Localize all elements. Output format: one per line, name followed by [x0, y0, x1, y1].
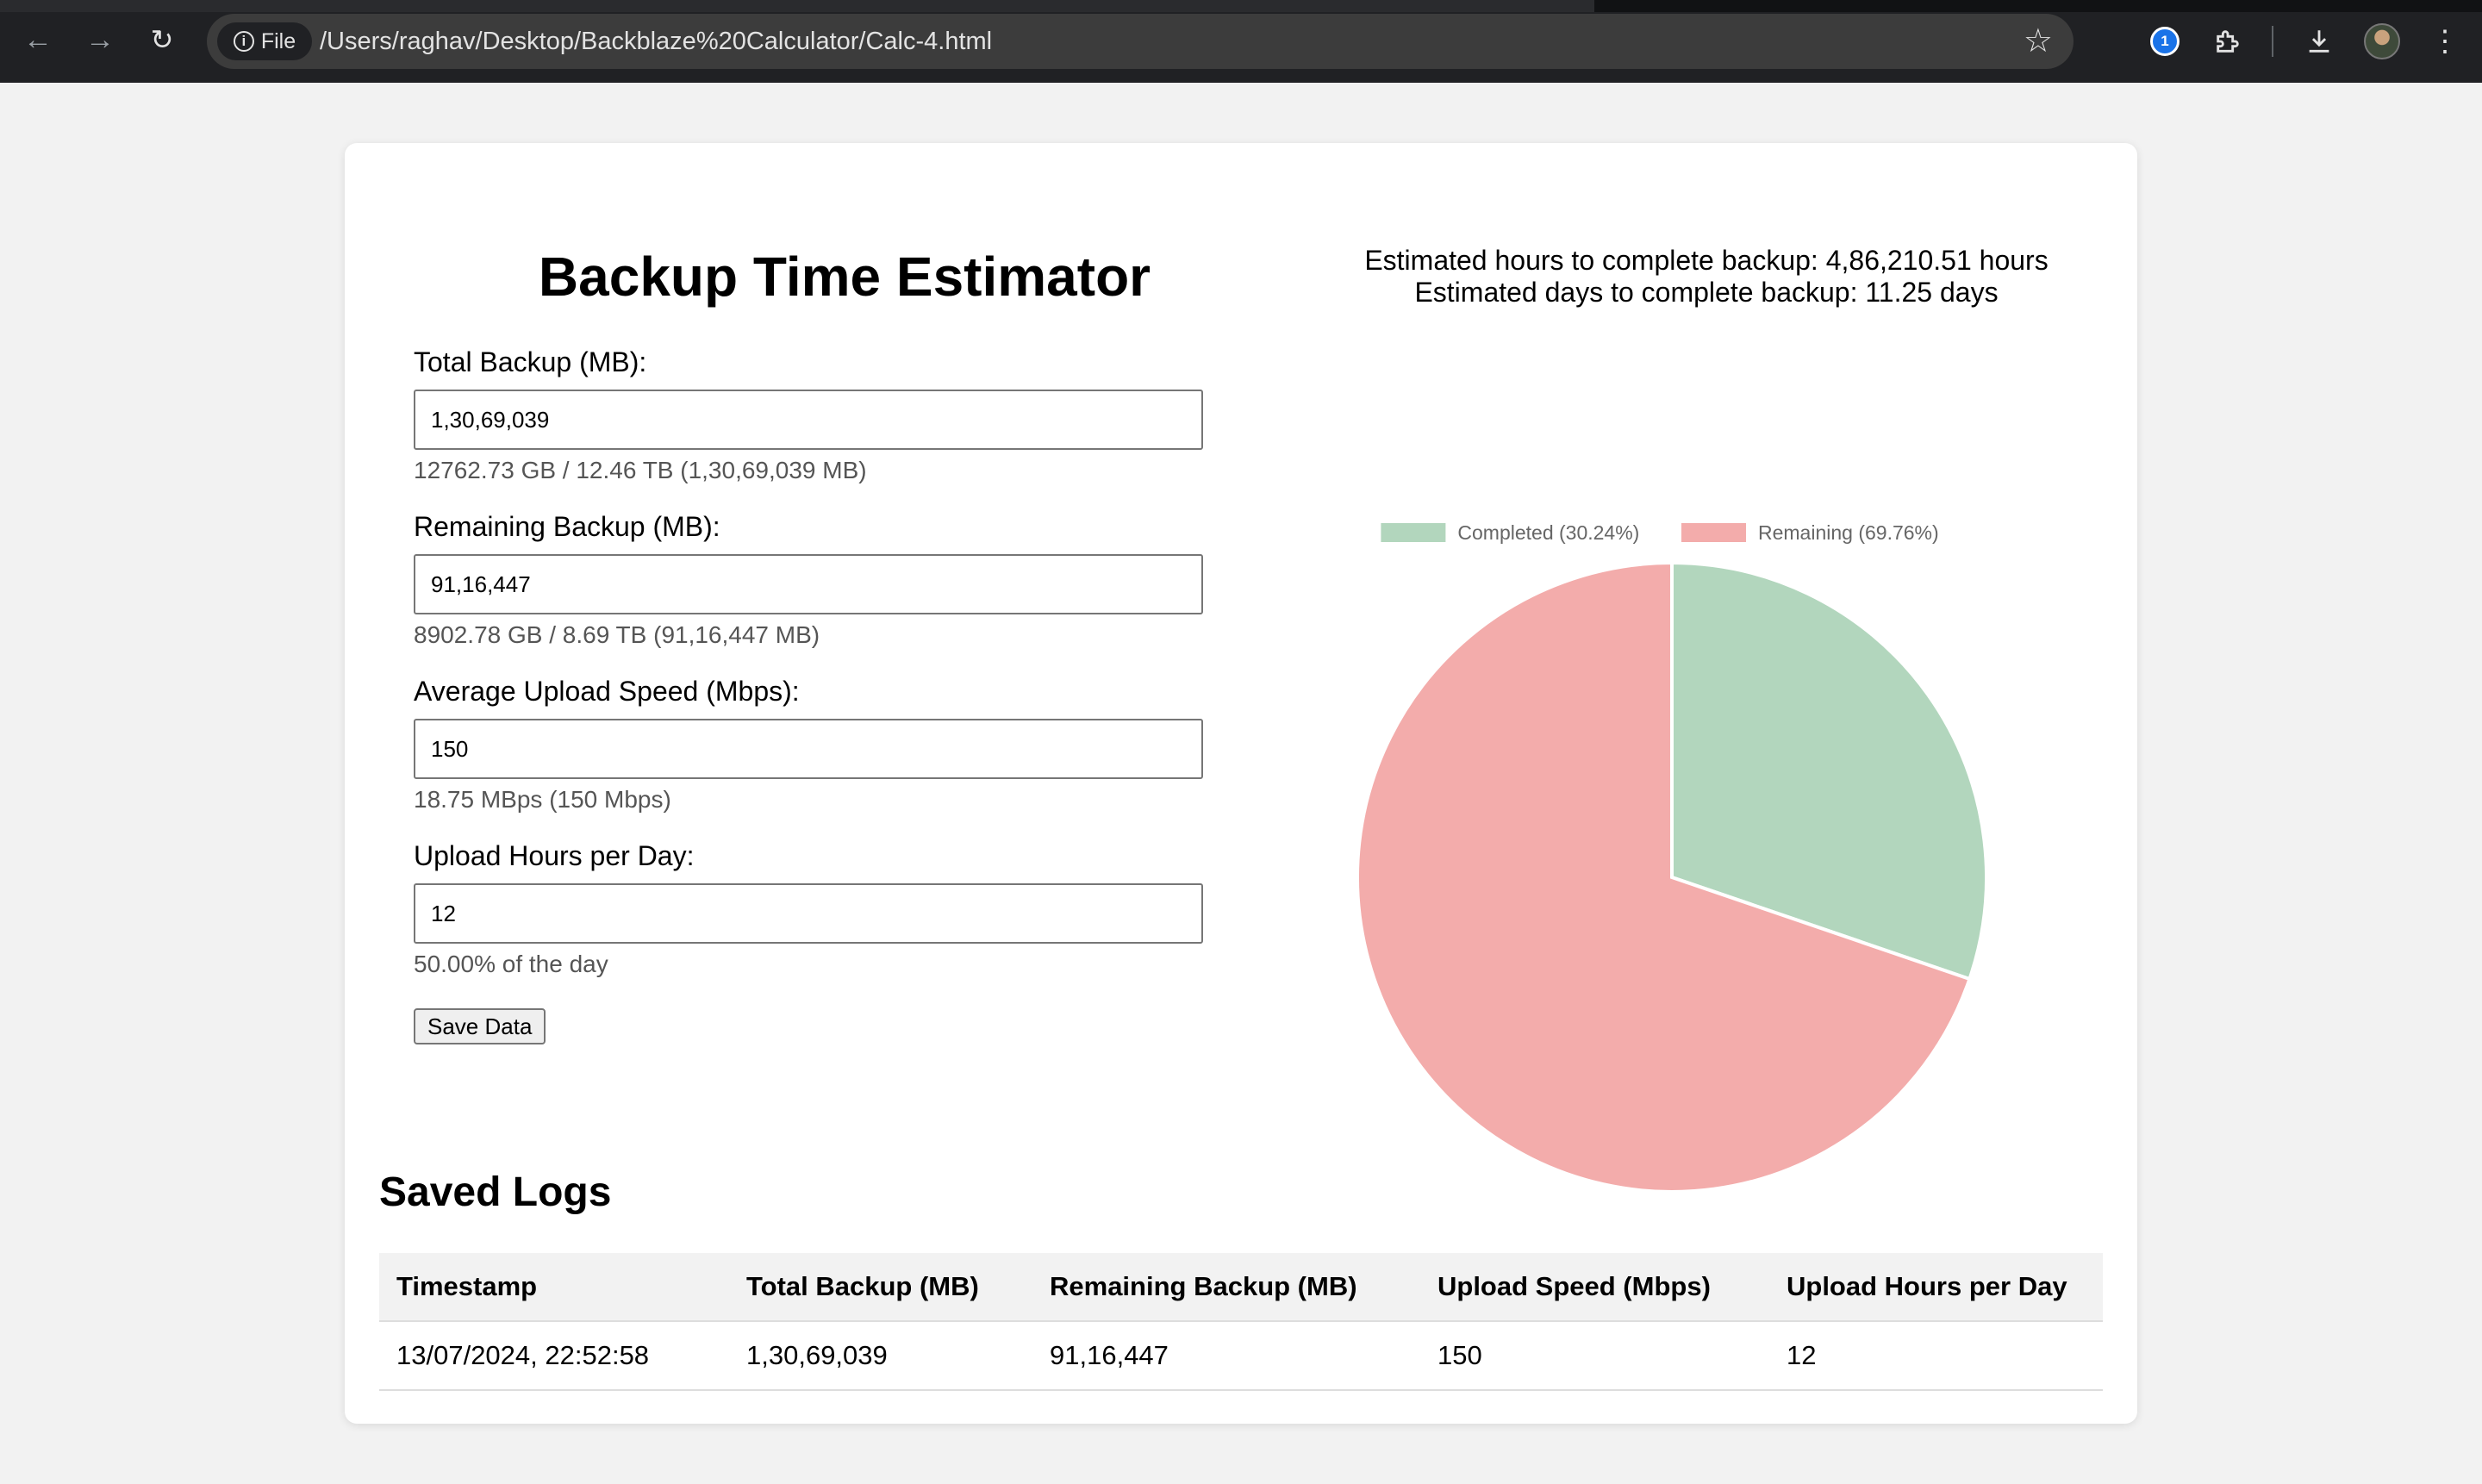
table-header-row: Timestamp Total Backup (MB) Remaining Ba… — [379, 1253, 2103, 1322]
download-icon[interactable] — [2300, 22, 2338, 60]
column-header-total-backup: Total Backup (MB) — [729, 1253, 1032, 1322]
legend-label-0[interactable]: Completed (30.24%) — [1457, 521, 1639, 544]
url-text[interactable]: /Users/raghav/Desktop/Backblaze%20Calcul… — [320, 14, 992, 69]
legend-label-1[interactable]: Remaining (69.76%) — [1758, 521, 1939, 544]
legend-swatch-0[interactable] — [1381, 523, 1446, 542]
column-header-remaining-backup: Remaining Backup (MB) — [1032, 1253, 1420, 1322]
extensions-puzzle-icon[interactable] — [2209, 22, 2247, 60]
estimated-hours-text: Estimated hours to complete backup: 4,86… — [1364, 245, 2049, 276]
total-backup-label: Total Backup (MB): — [414, 346, 647, 377]
backup-progress-pie-chart: Completed (30.24%) Remaining (69.76%) — [1356, 521, 1988, 1194]
address-bar[interactable]: i File /Users/raghav/Desktop/Backblaze%2… — [207, 14, 2074, 69]
remaining-backup-label: Remaining Backup (MB): — [414, 511, 720, 542]
cell-timestamp: 13/07/2024, 22:52:58 — [379, 1321, 729, 1391]
saved-logs-table: Timestamp Total Backup (MB) Remaining Ba… — [379, 1253, 2103, 1391]
cell-upload-hours: 12 — [1769, 1321, 2103, 1391]
info-icon: i — [233, 31, 254, 52]
back-arrow-icon[interactable]: ← — [21, 22, 55, 57]
upload-hours-hint: 50.00% of the day — [414, 951, 608, 977]
cell-remaining-backup: 91,16,447 — [1032, 1321, 1420, 1391]
column-header-upload-hours: Upload Hours per Day — [1769, 1253, 2103, 1322]
toolbar-divider — [2272, 26, 2273, 57]
remaining-backup-input[interactable] — [414, 554, 1203, 614]
calculator-card: Backup Time Estimator Total Backup (MB):… — [345, 143, 2137, 1424]
upload-speed-input[interactable] — [414, 719, 1203, 779]
column-header-timestamp: Timestamp — [379, 1253, 729, 1322]
reload-icon[interactable]: ↻ — [145, 22, 179, 57]
bookmark-star-icon[interactable]: ☆ — [2024, 22, 2053, 60]
forward-arrow-icon[interactable]: → — [83, 22, 117, 57]
site-info-chip[interactable]: i File — [217, 22, 312, 60]
upload-speed-label: Average Upload Speed (Mbps): — [414, 676, 800, 707]
browser-toolbar: ← → ↻ i File /Users/raghav/Desktop/Backb… — [0, 0, 2482, 83]
remaining-backup-hint: 8902.78 GB / 8.69 TB (91,16,447 MB) — [414, 621, 820, 648]
upload-speed-hint: 18.75 MBps (150 Mbps) — [414, 786, 671, 813]
active-tab[interactable] — [0, 0, 1594, 12]
total-backup-input[interactable] — [414, 390, 1203, 450]
cell-upload-speed: 150 — [1420, 1321, 1769, 1391]
saved-logs-heading: Saved Logs — [379, 1169, 612, 1215]
save-data-button[interactable]: Save Data — [414, 1008, 546, 1044]
legend-swatch-1[interactable] — [1681, 523, 1746, 542]
estimated-days-text: Estimated days to complete backup: 11.25… — [1414, 277, 1999, 308]
file-chip-label: File — [260, 28, 296, 53]
profile-avatar[interactable] — [2363, 22, 2401, 60]
more-menu-icon[interactable]: ⋮ — [2426, 22, 2464, 60]
tab-strip — [0, 0, 2482, 12]
password-manager-extension-icon[interactable]: 1 — [2146, 22, 2184, 60]
column-header-upload-speed: Upload Speed (Mbps) — [1420, 1253, 1769, 1322]
upload-hours-input[interactable] — [414, 883, 1203, 944]
page-title: Backup Time Estimator — [538, 246, 1151, 308]
table-row: 13/07/2024, 22:52:58 1,30,69,039 91,16,4… — [379, 1321, 2103, 1391]
cell-total-backup: 1,30,69,039 — [729, 1321, 1032, 1391]
upload-hours-label: Upload Hours per Day: — [414, 840, 695, 871]
total-backup-hint: 12762.73 GB / 12.46 TB (1,30,69,039 MB) — [414, 457, 867, 483]
